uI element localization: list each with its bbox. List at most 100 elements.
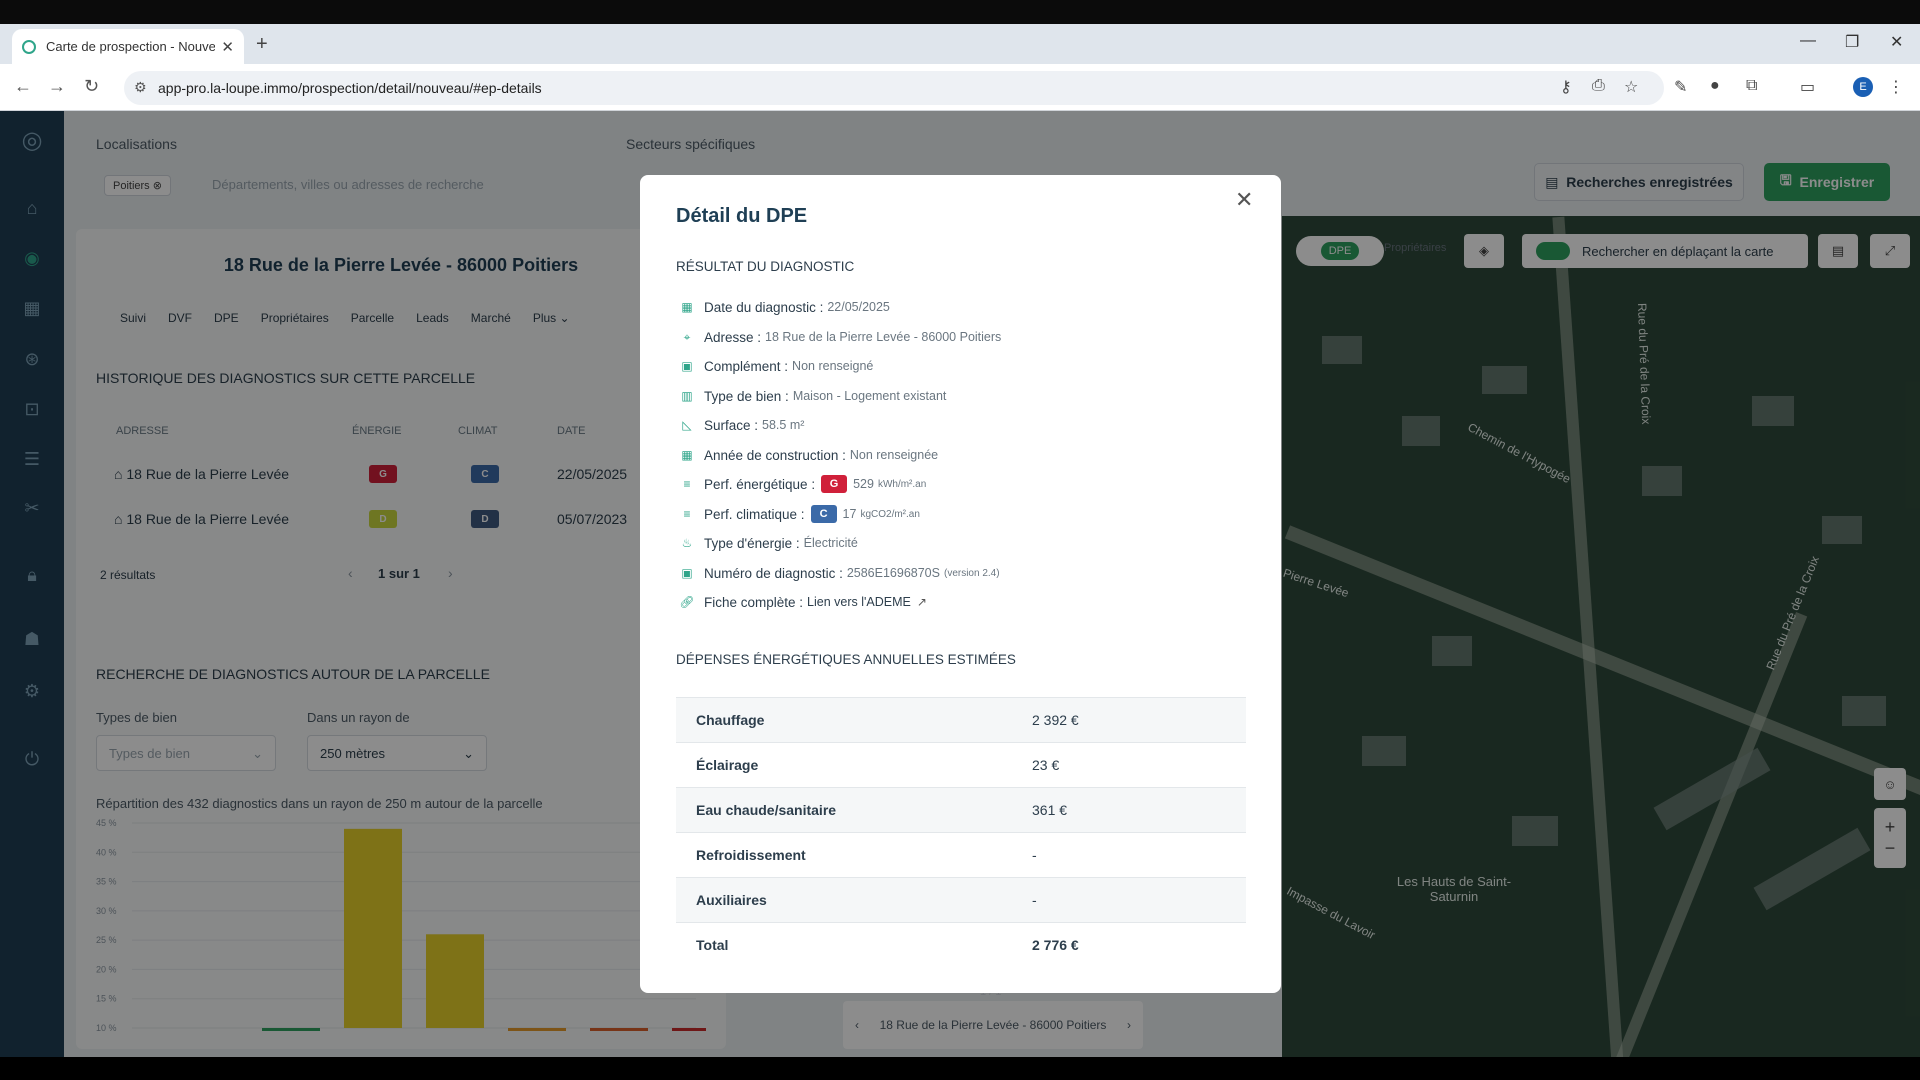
field-adresse: ⌖ Adresse :18 Rue de la Pierre Levée - 86…	[676, 327, 1002, 347]
expense-value: 23 €	[1032, 757, 1060, 773]
calendar-icon: ▦	[681, 448, 693, 462]
new-tab-icon[interactable]: +	[256, 33, 268, 56]
unit: kgCO2/m².an	[860, 508, 920, 520]
field-value: Non renseignée	[849, 448, 939, 462]
field-value: Électricité	[803, 536, 858, 550]
field-value: Non renseigné	[792, 359, 874, 373]
diagnostic-result-heading: RÉSULTAT DU DIAGNOSTIC	[676, 259, 855, 274]
field-perf-energetique: ≡ Perf. énergétique : G 529 kWh/m².an	[676, 474, 926, 494]
os-top-bar	[0, 0, 1920, 24]
expense-label: Refroidissement	[696, 847, 806, 863]
version: (version 2.4)	[943, 567, 1000, 579]
expense-label: Éclairage	[696, 757, 759, 773]
maximize-icon[interactable]: ❐	[1845, 32, 1859, 52]
expense-value: -	[1032, 847, 1037, 863]
calendar-icon: ▦	[681, 300, 693, 314]
url-text: app-pro.la-loupe.immo/prospection/detail…	[158, 80, 542, 96]
back-icon[interactable]: ←	[14, 76, 32, 97]
profile-avatar[interactable]: E	[1853, 77, 1873, 97]
field-key: Numéro de diagnostic :	[704, 565, 843, 581]
external-link-icon[interactable]: ↗	[917, 595, 927, 609]
browser-tab-bar	[0, 24, 1920, 64]
table-row: Eau chaude/sanitaire 361 €	[676, 787, 1246, 832]
close-tab-icon[interactable]: ✕	[221, 38, 234, 56]
expense-value: 2 392 €	[1032, 712, 1079, 728]
tab-title: Carte de prospection - Nouvelle	[46, 39, 216, 54]
field-date: ▦ Date du diagnostic :22/05/2025	[676, 297, 890, 317]
location-pin-icon: ⌖	[683, 329, 691, 344]
dpe-detail-modal: Détail du DPE ✕ RÉSULTAT DU DIAGNOSTIC ▦…	[640, 175, 1281, 993]
surface-ruler-icon: ◺	[682, 418, 692, 432]
flame-icon: ♨	[681, 536, 693, 550]
expense-label: Eau chaude/sanitaire	[696, 802, 837, 818]
field-value: 22/05/2025	[827, 300, 890, 314]
os-bottom-bar	[0, 1057, 1920, 1080]
field-key: Perf. énergétique :	[704, 476, 816, 492]
site-favicon-icon	[22, 39, 36, 54]
reload-icon[interactable]: ↻	[84, 76, 99, 97]
field-annee: ▦ Année de construction : Non renseignée	[676, 445, 938, 465]
expense-label: Chauffage	[696, 712, 765, 728]
expense-label: Total	[696, 937, 729, 953]
table-row: Chauffage 2 392 €	[676, 697, 1246, 742]
id-card-icon: ▣	[681, 566, 693, 580]
expense-value: 2 776 €	[1032, 937, 1079, 953]
close-icon[interactable]: ✕	[1235, 187, 1253, 213]
expense-label: Auxiliaires	[696, 892, 767, 908]
field-value: 17	[842, 507, 857, 521]
extension-pen-icon[interactable]: ✎	[1674, 77, 1687, 97]
table-row: Refroidissement -	[676, 832, 1246, 877]
field-key: Année de construction :	[704, 447, 846, 463]
browser-tab[interactable]: Carte de prospection - Nouvelle ✕	[12, 29, 244, 64]
field-complement: ▣ Complément : Non renseigné	[676, 356, 873, 376]
field-perf-climatique: ≡ Perf. climatique : C 17 kgCO2/m².an	[676, 504, 920, 524]
minimize-icon[interactable]: —	[1800, 32, 1816, 50]
expense-value: 361 €	[1032, 802, 1068, 818]
site-info-icon[interactable]: ⚙	[134, 79, 147, 96]
field-key: Type d'énergie :	[704, 535, 800, 551]
table-row: Total 2 776 €	[676, 922, 1246, 967]
table-row: Auxiliaires -	[676, 877, 1246, 922]
expenses-table: Chauffage 2 392 € Éclairage 23 € Eau chaud…	[676, 697, 1246, 967]
field-fiche: 🔗︎ Fiche complète : Lien vers l'ADEME ↗	[676, 592, 927, 612]
link-icon: 🔗︎	[679, 595, 695, 609]
extensions-puzzle-icon[interactable]: ⧉	[1746, 77, 1757, 95]
field-value: 58.5 m²	[762, 418, 805, 432]
field-value: 529	[853, 477, 874, 491]
close-window-icon[interactable]: ✕	[1890, 32, 1903, 52]
building-type-icon: ▥	[681, 389, 693, 403]
field-key: Surface :	[704, 417, 759, 433]
field-key: Fiche complète :	[704, 594, 804, 610]
energy-grade-badge: G	[821, 475, 848, 493]
unit: kWh/m².an	[877, 478, 927, 490]
url-field[interactable]: ⚙ app-pro.la-loupe.immo/prospection/deta…	[124, 71, 1664, 105]
field-numero: ▣ Numéro de diagnostic :2586E1696870S (ver…	[676, 563, 1000, 583]
complement-icon: ▣	[681, 359, 693, 373]
expense-value: -	[1032, 892, 1037, 908]
field-key: Adresse :	[704, 329, 762, 345]
field-key: Date du diagnostic :	[704, 299, 824, 315]
forward-icon[interactable]: →	[48, 76, 66, 97]
field-surface: ◺ Surface :58.5 m²	[676, 415, 804, 435]
field-energie: ♨ Type d'énergie : Électricité	[676, 533, 858, 553]
password-key-icon[interactable]: ⚷	[1560, 77, 1572, 97]
climate-grade-badge: C	[810, 505, 837, 523]
field-key: Complément :	[704, 358, 789, 374]
extension-circle-icon[interactable]: ●	[1710, 77, 1720, 95]
bookmark-star-icon[interactable]: ☆	[1624, 77, 1638, 97]
field-key: Perf. climatique :	[704, 506, 805, 522]
bars-icon: ≡	[683, 507, 691, 521]
browser-menu-icon[interactable]: ⋮	[1888, 77, 1904, 97]
field-value: 18 Rue de la Pierre Levée - 86000 Poitie…	[765, 330, 1002, 344]
table-row: Éclairage 23 €	[676, 742, 1246, 787]
bars-icon: ≡	[683, 477, 691, 491]
side-panel-icon[interactable]: ▭	[1800, 77, 1815, 97]
field-value: Maison - Logement existant	[792, 389, 947, 403]
ademe-link[interactable]: Lien vers l'ADEME	[807, 595, 911, 609]
field-key: Type de bien :	[704, 388, 789, 404]
field-value: 2586E1696870S	[846, 566, 940, 580]
install-icon[interactable]: ⎙	[1592, 77, 1605, 95]
modal-title: Détail du DPE	[676, 205, 808, 227]
field-type: ▥ Type de bien : Maison - Logement existan…	[676, 386, 946, 406]
expenses-heading: DÉPENSES ÉNERGÉTIQUES ANNUELLES ESTIMÉES	[676, 652, 1016, 667]
